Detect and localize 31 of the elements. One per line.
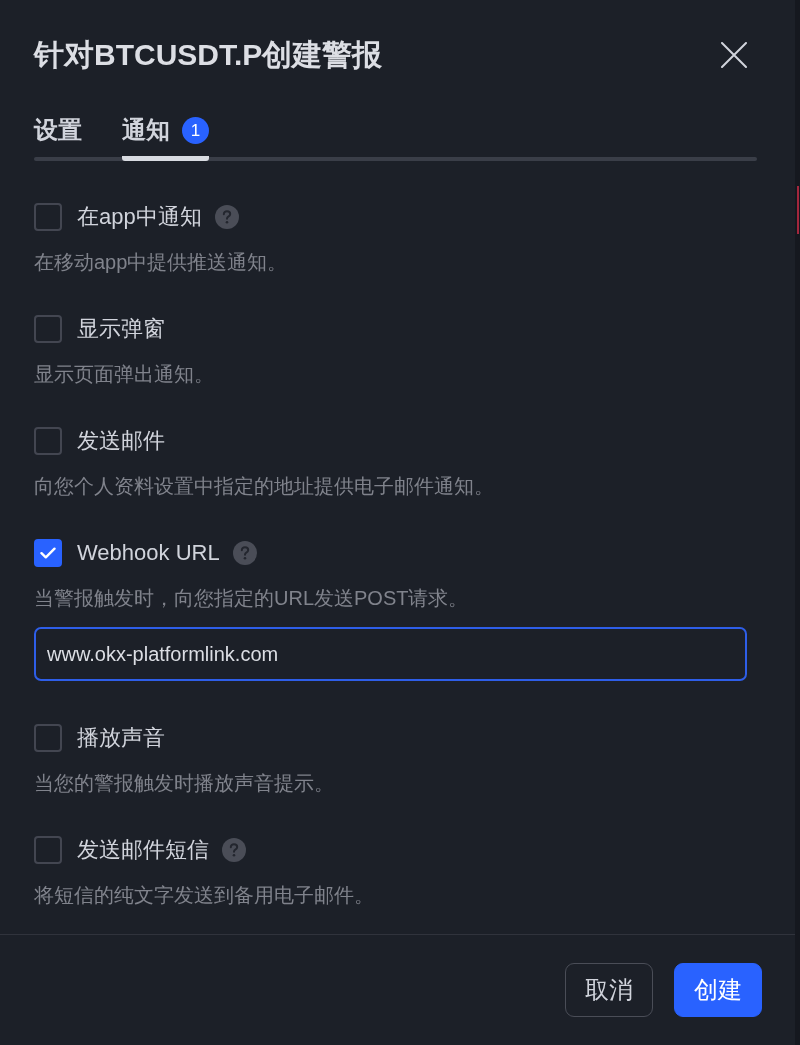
option-label: Webhook URL [77,539,220,567]
option-label: 发送邮件短信 [77,836,209,864]
cancel-button[interactable]: 取消 [565,963,653,1017]
checkbox[interactable] [34,203,62,231]
checkbox[interactable] [34,836,62,864]
count-badge: 1 [182,116,209,144]
checkbox[interactable] [34,724,62,752]
help-icon[interactable] [232,541,257,565]
help-icon[interactable] [214,205,239,229]
option-description: 在移动app中提供推送通知。 [34,250,289,275]
dialog-title: 针对BTCUSDT.P创建警报 [34,37,383,73]
option-description: 将短信的纯文字发送到备用电子邮件。 [34,883,375,908]
checkbox[interactable] [34,427,62,455]
tab[interactable]: 通知 1 [122,114,209,161]
help-icon[interactable] [222,838,246,862]
checkbox[interactable] [34,315,62,343]
option-label: 在app中通知 [77,203,202,231]
url-field[interactable]: www.okx-platformlink.com [34,627,747,681]
option-label: 显示弹窗 [77,315,165,343]
close-button[interactable] [721,42,747,68]
create-button[interactable]: 创建 [674,963,762,1017]
close-icon [721,42,747,68]
check-icon [40,547,56,559]
option-description: 显示页面弹出通知。 [34,362,215,387]
option-label: 播放声音 [77,724,165,752]
option-label: 发送邮件 [77,427,165,455]
checkbox[interactable] [34,539,62,567]
tab[interactable]: 设置 [34,114,82,161]
option-description: 向您个人资料设置中指定的地址提供电子邮件通知。 [34,474,495,499]
option-description: 当您的警报触发时播放声音提示。 [34,771,335,796]
option-description: 当警报触发时，向您指定的URL发送POST请求。 [34,586,470,611]
